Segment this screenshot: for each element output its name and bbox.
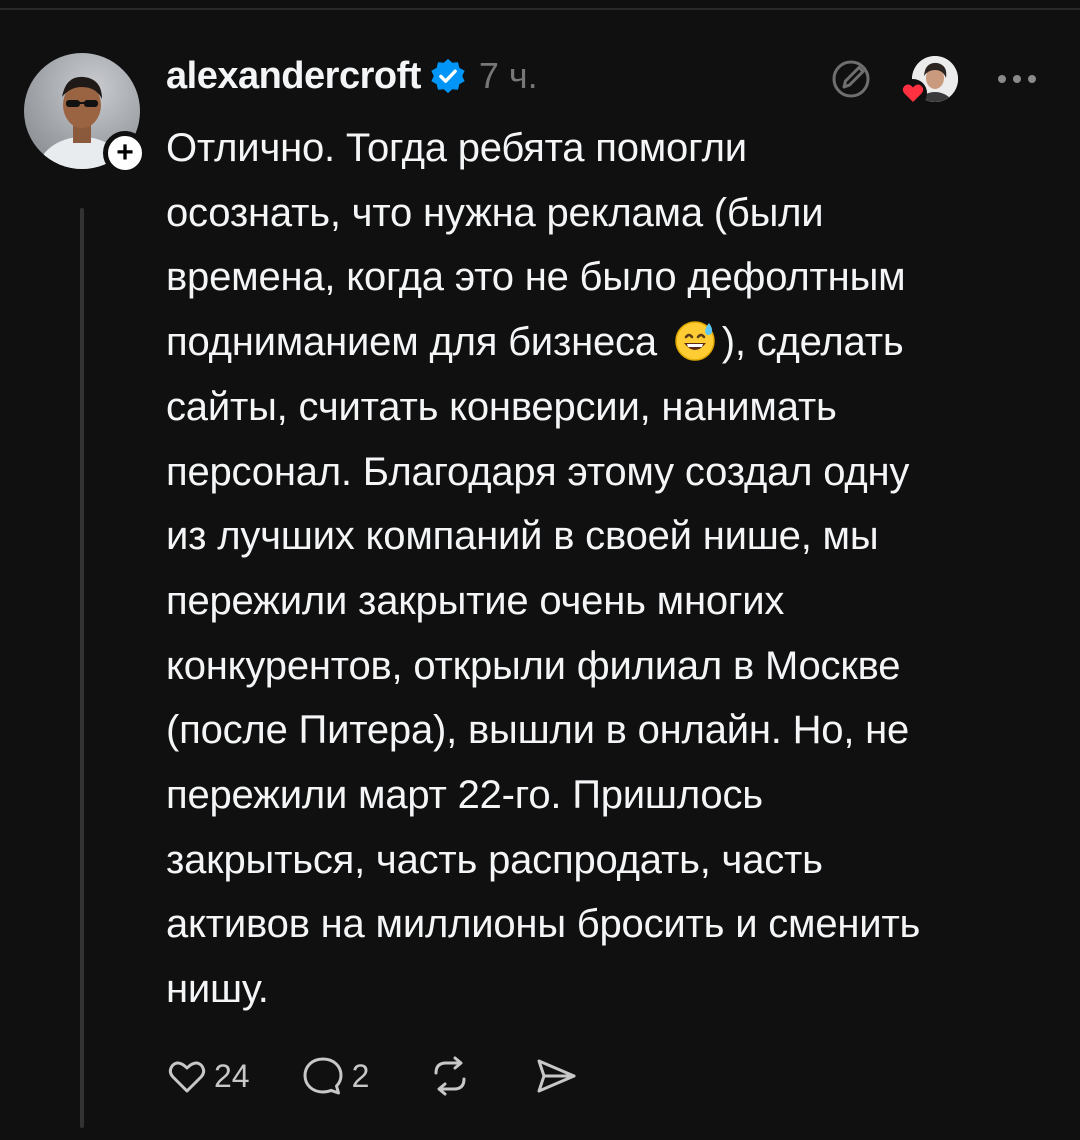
reply-button[interactable]: 2 xyxy=(300,1054,370,1098)
verified-badge-icon xyxy=(431,58,465,94)
more-icon[interactable] xyxy=(998,75,1036,83)
like-count: 24 xyxy=(214,1057,250,1094)
username-link[interactable]: alexandercroft xyxy=(166,55,421,98)
send-icon xyxy=(537,1059,576,1093)
sweat-smile-emoji-icon xyxy=(675,321,715,361)
post-header: alexandercroft 7 ч. xyxy=(166,52,538,100)
follow-plus-button[interactable]: + xyxy=(103,131,147,175)
repost-icon xyxy=(434,1056,466,1096)
heart-icon xyxy=(899,79,927,107)
post-top-actions xyxy=(830,56,1036,107)
comment-icon xyxy=(303,1057,343,1095)
post-text-part-2: ), сделать сайты, считать конверсии, нан… xyxy=(166,320,921,1012)
reply-count: 2 xyxy=(351,1057,370,1094)
edit-icon[interactable] xyxy=(830,58,872,100)
like-button[interactable]: 24 xyxy=(166,1056,250,1096)
post-timestamp: 7 ч. xyxy=(478,55,538,96)
plus-icon: + xyxy=(116,136,134,169)
top-divider xyxy=(0,8,1080,10)
liked-by-avatar[interactable] xyxy=(899,56,958,107)
post-actions-bar: 24 2 xyxy=(166,1052,579,1100)
thread-line xyxy=(80,208,84,1128)
heart-outline-icon xyxy=(168,1061,206,1093)
repost-button[interactable] xyxy=(427,1054,473,1098)
author-avatar-container[interactable]: + xyxy=(24,53,147,175)
post-text: Отлично. Тогда ребята помогли осознать, … xyxy=(166,116,1056,1022)
share-button[interactable] xyxy=(533,1054,579,1098)
